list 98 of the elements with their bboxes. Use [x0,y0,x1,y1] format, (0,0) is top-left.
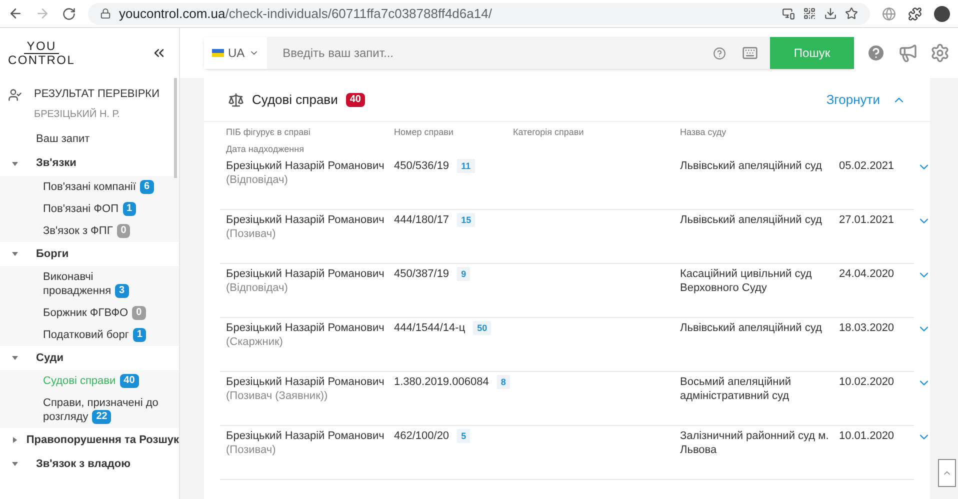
table-cell-text: (Відповідач) [226,173,289,187]
count-badge: 40 [120,374,139,388]
collapse-button[interactable]: Згорнути [826,90,906,110]
lock-icon [100,8,111,19]
keyboard-icon[interactable] [742,45,758,61]
column-header: Категорія справи [513,126,585,139]
user-check-icon [8,88,22,102]
column-header: ПІБ фігурує в справі [226,126,312,139]
table-cell-text: (Скаржник) [226,335,284,349]
flag-icon [212,49,224,57]
caret-down-icon[interactable] [12,461,18,468]
count-badge: 1 [122,202,136,216]
table-cell-text: Брезіцький Назарій Романович [226,213,386,227]
count-badge: 3 [115,284,129,298]
count-badge: 15 [457,213,476,227]
table-cell-text: 10.02.2020 [839,375,896,390]
sidebar-item[interactable]: Правопорушення та Розшук [26,432,179,448]
qr-code-icon[interactable] [803,7,816,20]
table-cell-text: Залізничний районний суд м. Львова [680,429,830,458]
table-cell-text: 10.01.2020 [839,429,896,444]
forward-icon[interactable] [35,6,50,21]
sidebar-subtitle: БРЕЗІЦЬКИЙ Н. Р. [34,107,121,122]
table-cell-text: (Позивач) [226,227,277,241]
column-header: Номер справи [394,126,454,139]
table-cell-text: 27.01.2021 [839,213,896,228]
table-cell-text: Львівський апеляційний суд [680,159,823,174]
table-cell: 444/180/17 [394,213,450,227]
table-cell-text: 24.04.2020 [839,267,896,282]
avatar-icon[interactable] [934,6,950,22]
sidebar-item[interactable]: Боржник ФГВФО 0 [43,302,163,324]
sidebar-item[interactable]: Борги [36,246,69,262]
back-icon[interactable] [8,6,23,21]
table-cell-text: Восьмий апеляційний адміністративний суд [680,375,792,404]
reload-icon[interactable] [62,6,76,20]
table-cell-text: 18.03.2020 [839,321,896,336]
table-cell-text: Львівський апеляційний суд [680,321,823,336]
address-bar[interactable]: youcontrol.com.ua/check-individuals/60711ffa7c038788ff4d6a14/ [88,2,870,24]
table-cell-text: Брезіцький Назарій Романович [226,375,386,389]
sidebar-item[interactable]: Зв'язки [36,155,76,172]
settings-icon[interactable] [930,43,950,63]
help-icon[interactable] [713,46,726,60]
table-cell-text: Брезіцький Назарій Романович [226,429,386,443]
count-badge: 11 [457,159,475,173]
count-badge: 40 [346,92,365,106]
sidebar-item[interactable]: Пов'язані компанії 6 [43,176,163,198]
sidebar-item[interactable]: Зв'язок з владою [36,456,131,472]
table-cell: 444/1544/14-ц [394,321,466,335]
sidebar-item[interactable]: Зв'язок з ФПГ 0 [43,220,163,242]
sidebar-item[interactable]: Податковий борг 1 [43,324,163,346]
table-cell-text: Львівський апеляційний суд [680,213,823,228]
count-badge: 9 [457,267,470,281]
megaphone-icon[interactable] [898,43,918,63]
column-header: Назва суду [680,126,728,139]
table-cell: 462/100/20 [394,429,450,443]
table-cell-text: 05.02.2021 [839,159,896,174]
count-badge: 0 [132,306,146,320]
sidebar-title: РЕЗУЛЬТАТ ПЕРЕВІРКИ [34,87,160,102]
count-badge: 0 [116,224,130,238]
sidebar-item[interactable]: Ваш запит [36,131,90,148]
table-cell: 450/387/19 [394,267,450,281]
logo[interactable]: YOU CONTROL [8,40,76,66]
sidebar-item[interactable]: Справи, призначені до розгляду 22 [43,392,163,428]
caret-down-icon[interactable] [12,160,18,166]
search-field[interactable]: UA Введіть ваш запит... Пошук [204,37,854,69]
scroll-top-button[interactable] [938,459,956,487]
section-title: Судові справи [252,90,338,109]
scrollbar-thumb[interactable] [174,78,177,178]
download-icon[interactable] [824,7,837,20]
table-cell-text: Касаційний цивільний суд Верховного Суду [680,267,813,296]
count-badge: 1 [132,328,146,342]
sidebar-item[interactable]: Судові справи 40 [43,370,163,392]
caret-down-icon[interactable] [12,250,18,257]
table-cell-text: (Позивач) [226,443,277,457]
caret-down-icon[interactable] [12,355,18,362]
star-icon[interactable] [845,7,858,20]
table-cell: 450/536/19 [394,159,450,173]
count-badge: 8 [496,375,510,389]
devices-icon[interactable] [782,7,795,20]
table-cell-text: Брезіцький Назарій Романович [226,321,386,335]
table-cell-text: (Позивач (Заявник)) [226,389,329,403]
sidebar-item[interactable]: Виконавчі провадження 3 [43,266,163,302]
table-cell-text: (Відповідач) [226,281,289,295]
table-cell-text: Брезіцький Назарій Романович [226,267,386,281]
table-cell: 1.380.2019.006084 [394,375,489,389]
scales-icon [228,92,244,108]
count-badge: 6 [140,180,154,194]
count-badge: 22 [92,410,112,424]
globe-icon[interactable] [882,6,896,20]
sidebar-item[interactable]: Суди [36,350,64,366]
count-badge: 50 [473,321,492,335]
table-cell-text: Брезіцький Назарій Романович [226,159,386,173]
url-text: youcontrol.com.ua/check-individuals/60711ffa7c038788ff4d6a14/ [119,4,492,23]
count-badge: 5 [457,429,470,443]
column-header: Дата надходження [226,144,304,154]
caret-right-icon[interactable] [12,437,18,444]
sidebar-item[interactable]: Пов'язані ФОП 1 [43,198,163,220]
language-select[interactable]: UA [204,37,267,69]
extensions-icon[interactable] [908,6,922,20]
